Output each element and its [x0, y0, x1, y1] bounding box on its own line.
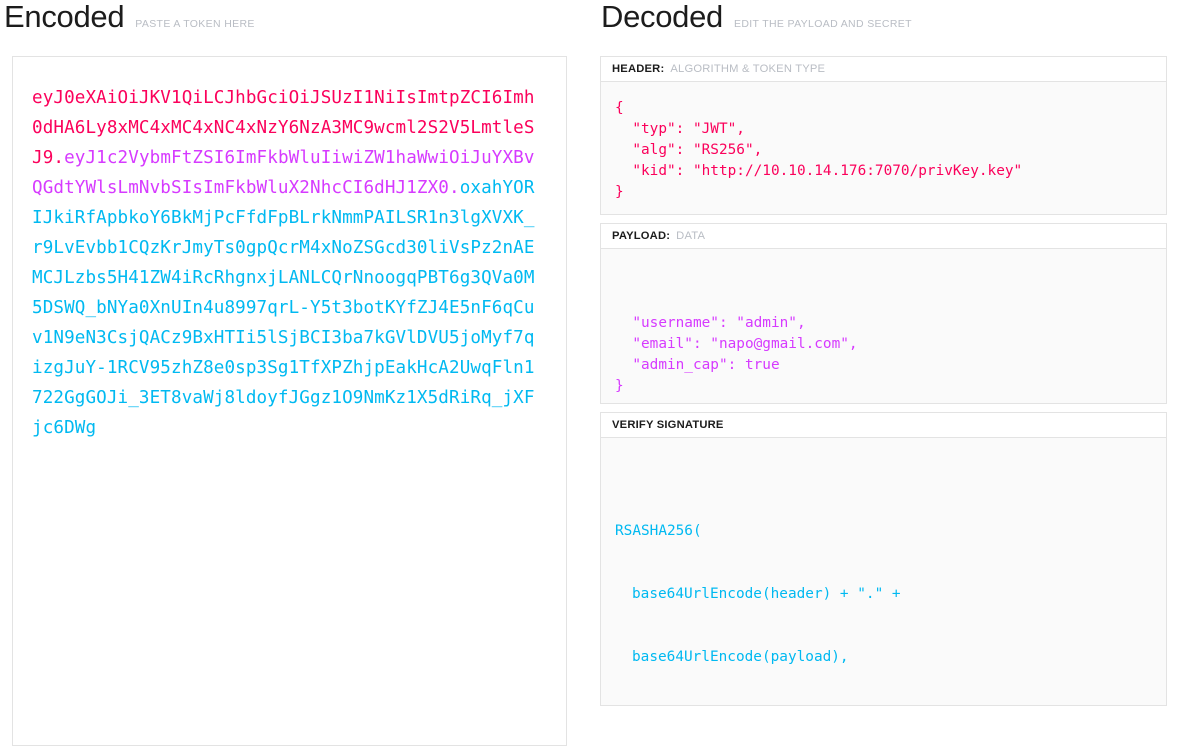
decoded-subtitle: EDIT THE PAYLOAD AND SECRET	[734, 18, 912, 30]
verify-panel-label: VERIFY SIGNATURE	[600, 412, 1167, 438]
decoded-panels: HEADER: ALGORITHM & TOKEN TYPE { "typ": …	[600, 56, 1167, 755]
decoded-heading: Decoded EDIT THE PAYLOAD AND SECRET	[589, 0, 1178, 42]
decoded-title: Decoded	[601, 0, 723, 34]
payload-json-text: "username": "admin", "email": "napo@gmai…	[615, 315, 858, 394]
jwt-separator-1: .	[53, 148, 65, 168]
payload-panel: PAYLOAD: DATA "username": "admin", "emai…	[600, 223, 1167, 404]
payload-json-editor[interactable]: "username": "admin", "email": "napo@gmai…	[600, 249, 1167, 404]
encoded-title: Encoded	[4, 0, 125, 34]
jwt-debugger-page: Encoded PASTE A TOKEN HERE eyJ0eXAiOiJKV…	[0, 0, 1178, 755]
payload-panel-label-sub: DATA	[676, 230, 706, 242]
payload-panel-label: PAYLOAD: DATA	[600, 223, 1167, 249]
payload-panel-label-main: PAYLOAD:	[612, 230, 671, 242]
header-panel-label: HEADER: ALGORITHM & TOKEN TYPE	[600, 56, 1167, 82]
header-json-editor[interactable]: { "typ": "JWT", "alg": "RS256", "kid": "…	[600, 82, 1167, 215]
jwt-token-text[interactable]: eyJ0eXAiOiJKV1QiLCJhbGciOiJSUzI1NiIsImtp…	[32, 83, 544, 443]
jwt-separator-2: .	[449, 178, 460, 198]
verify-algorithm-line: RSASHA256(	[615, 523, 702, 539]
decoded-column: Decoded EDIT THE PAYLOAD AND SECRET HEAD…	[589, 0, 1178, 755]
header-panel-label-main: HEADER:	[612, 63, 665, 75]
verify-panel-label-main: VERIFY SIGNATURE	[612, 419, 724, 431]
header-panel: HEADER: ALGORITHM & TOKEN TYPE { "typ": …	[600, 56, 1167, 215]
encoded-token-input[interactable]: eyJ0eXAiOiJKV1QiLCJhbGciOiJSUzI1NiIsImtp…	[12, 56, 567, 746]
jwt-signature-segment: oxahYORIJkiRfApbkoY6BkMjPcFfdFpBLrkNmmPA…	[32, 178, 535, 438]
encoded-heading: Encoded PASTE A TOKEN HERE	[0, 0, 589, 42]
encoded-subtitle: PASTE A TOKEN HERE	[135, 18, 255, 30]
verify-signature-body: RSASHA256( base64UrlEncode(header) + "."…	[600, 438, 1167, 706]
encoded-column: Encoded PASTE A TOKEN HERE eyJ0eXAiOiJKV…	[0, 0, 589, 755]
verify-signature-panel: VERIFY SIGNATURE RSASHA256( base64UrlEnc…	[600, 412, 1167, 706]
verify-base64-payload-line: base64UrlEncode(payload),	[632, 649, 849, 665]
verify-base64-header-line: base64UrlEncode(header) + "." +	[632, 586, 901, 602]
header-panel-label-sub: ALGORITHM & TOKEN TYPE	[670, 63, 826, 75]
